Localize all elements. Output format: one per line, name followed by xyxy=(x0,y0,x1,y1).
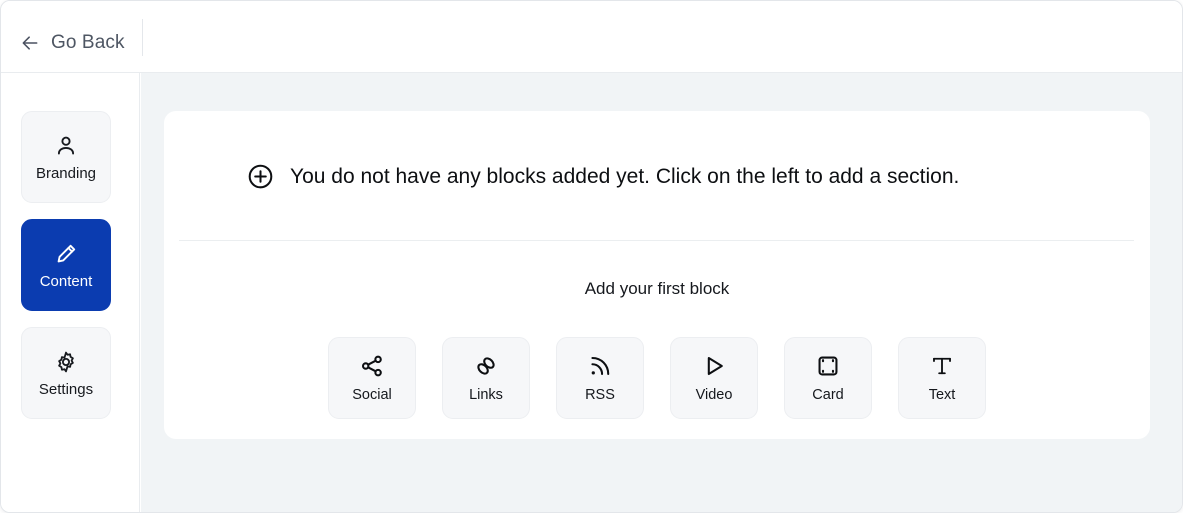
chain-link-icon xyxy=(473,353,499,379)
header-divider xyxy=(142,19,143,56)
sidebar-item-content[interactable]: Content xyxy=(21,219,111,311)
block-button-text[interactable]: Text xyxy=(898,337,986,419)
block-button-video-label: Video xyxy=(695,387,733,404)
card-divider xyxy=(179,240,1134,241)
person-icon xyxy=(54,134,78,158)
empty-state-row: You do not have any blocks added yet. Cl… xyxy=(247,163,959,190)
app-window: Go Back Branding Content Settings You do… xyxy=(0,0,1183,513)
block-button-links-label: Links xyxy=(469,387,503,404)
block-type-grid: Social Links RSS Video Card Text xyxy=(164,337,1150,419)
sidebar-item-settings[interactable]: Settings xyxy=(21,327,111,419)
text-t-icon xyxy=(929,353,955,379)
block-button-rss-label: RSS xyxy=(585,387,615,404)
block-button-social[interactable]: Social xyxy=(328,337,416,419)
rss-feed-icon xyxy=(587,353,613,379)
left-sidebar: Branding Content Settings xyxy=(1,73,140,512)
sidebar-item-content-label: Content xyxy=(39,272,93,290)
arrow-left-icon xyxy=(20,33,40,53)
play-triangle-icon xyxy=(701,353,727,379)
empty-state-message: You do not have any blocks added yet. Cl… xyxy=(290,164,960,188)
share-nodes-icon xyxy=(359,353,385,379)
block-button-text-label: Text xyxy=(928,387,956,404)
go-back-button[interactable]: Go Back xyxy=(14,27,131,59)
sidebar-item-branding-label: Branding xyxy=(35,164,97,182)
sidebar-item-settings-label: Settings xyxy=(38,380,94,398)
sidebar-item-branding[interactable]: Branding xyxy=(21,111,111,203)
gear-icon xyxy=(54,350,78,374)
main-content-area: You do not have any blocks added yet. Cl… xyxy=(141,73,1182,512)
plus-circle-icon xyxy=(247,163,274,190)
block-button-social-label: Social xyxy=(352,387,392,404)
pencil-icon xyxy=(54,242,78,266)
block-button-video[interactable]: Video xyxy=(670,337,758,419)
go-back-label: Go Back xyxy=(51,32,125,53)
block-button-rss[interactable]: RSS xyxy=(556,337,644,419)
block-button-card[interactable]: Card xyxy=(784,337,872,419)
content-card: You do not have any blocks added yet. Cl… xyxy=(164,111,1150,439)
block-button-links[interactable]: Links xyxy=(442,337,530,419)
top-header-bar: Go Back xyxy=(1,1,1182,73)
card-square-icon xyxy=(815,353,841,379)
block-button-card-label: Card xyxy=(812,387,844,404)
add-first-block-title: Add your first block xyxy=(584,279,730,298)
